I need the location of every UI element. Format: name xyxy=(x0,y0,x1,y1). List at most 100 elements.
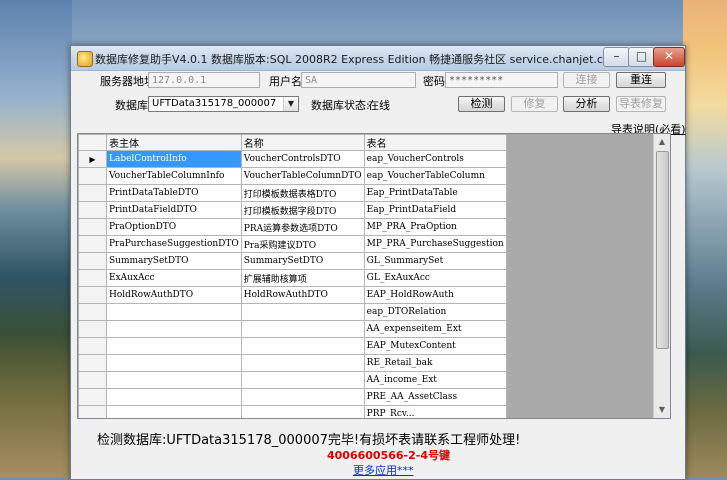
table-row[interactable]: VoucherTableColumnInfo VoucherTableColumn… xyxy=(78,167,507,185)
table-cell[interactable] xyxy=(106,337,242,355)
table-row[interactable]: AA_expenseitem_Ext xyxy=(78,320,507,338)
table-cell[interactable]: eap_VoucherTableColumn xyxy=(363,167,507,185)
table-cell[interactable] xyxy=(240,388,365,406)
row-header[interactable] xyxy=(78,201,107,219)
table-row[interactable]: PraOptionDTO PRA运算参数选项DTO MP_PRA_PraOption xyxy=(78,218,507,236)
table-row[interactable]: ▶ LabelControlInfo VoucherControlsDTO eap_V… xyxy=(78,150,507,168)
minimize-button[interactable]: – xyxy=(603,47,630,67)
row-header[interactable] xyxy=(78,371,107,389)
row-header[interactable] xyxy=(78,218,107,236)
table-grid[interactable]: 表主体 名称 表名 ▶ LabelControlInfo VoucherContro… xyxy=(77,133,671,419)
table-row[interactable]: ExAuxAcc 扩展辅助核算项 GL_ExAuxAcc xyxy=(78,269,507,287)
row-header[interactable] xyxy=(78,286,107,304)
username-field[interactable]: SA xyxy=(301,72,416,88)
table-cell[interactable]: VoucherTableColumnInfo xyxy=(106,167,242,185)
table-cell[interactable]: SummarySetDTO xyxy=(240,252,365,270)
table-cell[interactable] xyxy=(240,337,365,355)
table-cell[interactable]: MP_PRA_PraOption xyxy=(363,218,507,236)
table-cell[interactable]: EAP_HoldRowAuth xyxy=(363,286,507,304)
table-cell[interactable]: GL_SummarySet xyxy=(363,252,507,270)
table-cell[interactable]: Eap_PrintDataTable xyxy=(363,184,507,202)
row-header[interactable] xyxy=(78,235,107,253)
table-cell[interactable]: VoucherTableColumnDTO xyxy=(240,167,365,185)
table-row[interactable]: PRE_AA_AssetClass xyxy=(78,388,507,406)
table-cell[interactable]: PRE_AA_AssetClass xyxy=(363,388,507,406)
table-row[interactable]: EAP_MutexContent xyxy=(78,337,507,355)
column-header[interactable]: 表主体 xyxy=(106,134,242,151)
vertical-scrollbar[interactable]: ▲ ▼ xyxy=(653,134,670,418)
row-header[interactable] xyxy=(78,167,107,185)
scroll-up-icon[interactable]: ▲ xyxy=(654,134,670,150)
table-cell[interactable]: PraOptionDTO xyxy=(106,218,242,236)
row-header[interactable] xyxy=(78,337,107,355)
reconnect-button[interactable]: 重连 xyxy=(616,72,666,88)
maximize-button[interactable]: □ xyxy=(628,47,655,67)
table-cell[interactable]: ExAuxAcc xyxy=(106,269,242,287)
table-cell[interactable] xyxy=(106,303,242,321)
title-bar[interactable]: 数据库修复助手V4.0.1 数据库版本:SQL 2008R2 Express E… xyxy=(71,46,685,71)
table-cell[interactable]: HoldRowAuthDTO xyxy=(106,286,242,304)
scroll-thumb[interactable] xyxy=(656,151,669,349)
table-cell[interactable]: VoucherControlsDTO xyxy=(240,150,365,168)
table-cell[interactable]: RE_Retail_bak xyxy=(363,354,507,372)
row-header[interactable] xyxy=(78,252,107,270)
table-row[interactable]: HoldRowAuthDTO HoldRowAuthDTO EAP_HoldRowA… xyxy=(78,286,507,304)
table-row[interactable]: AA_income_Ext xyxy=(78,371,507,389)
scroll-down-icon[interactable]: ▼ xyxy=(654,402,670,418)
table-cell[interactable]: 扩展辅助核算项 xyxy=(240,269,365,287)
table-cell[interactable] xyxy=(240,405,365,418)
table-cell[interactable] xyxy=(106,371,242,389)
row-header[interactable] xyxy=(78,320,107,338)
connect-button[interactable]: 连接 xyxy=(563,72,610,88)
table-cell[interactable]: SummarySetDTO xyxy=(106,252,242,270)
table-cell[interactable]: Pra采购建议DTO xyxy=(240,235,365,253)
table-cell[interactable] xyxy=(240,354,365,372)
table-cell[interactable]: GL_ExAuxAcc xyxy=(363,269,507,287)
password-field[interactable]: ********* xyxy=(445,72,558,88)
table-cell[interactable] xyxy=(240,320,365,338)
current-row-arrow-icon[interactable]: ▶ xyxy=(78,150,107,168)
table-cell[interactable] xyxy=(240,371,365,389)
table-cell[interactable]: EAP_MutexContent xyxy=(363,337,507,355)
chevron-down-icon[interactable]: ▼ xyxy=(283,97,298,111)
analyze-button[interactable]: 分析 xyxy=(563,96,610,112)
table-row[interactable]: PrintDataFieldDTO 打印模板数据字段DTO Eap_PrintDat… xyxy=(78,201,507,219)
table-cell[interactable]: eap_VoucherControls xyxy=(363,150,507,168)
row-header[interactable] xyxy=(78,269,107,287)
table-cell[interactable] xyxy=(106,320,242,338)
table-cell[interactable]: HoldRowAuthDTO xyxy=(240,286,365,304)
table-cell[interactable]: MP_PRA_PurchaseSuggestion xyxy=(363,235,507,253)
table-cell[interactable] xyxy=(106,354,242,372)
table-cell[interactable]: PraPurchaseSuggestionDTO xyxy=(106,235,242,253)
table-cell[interactable]: Eap_PrintDataField xyxy=(363,201,507,219)
row-header[interactable] xyxy=(78,354,107,372)
table-cell[interactable]: PrintDataTableDTO xyxy=(106,184,242,202)
table-cell[interactable]: 打印模板数据表格DTO xyxy=(240,184,365,202)
table-row[interactable]: eap_DTORelation xyxy=(78,303,507,321)
more-apps-link[interactable]: 更多应用*** xyxy=(353,462,414,478)
table-cell[interactable]: AA_income_Ext xyxy=(363,371,507,389)
table-cell[interactable]: PrintDataFieldDTO xyxy=(106,201,242,219)
table-cell[interactable]: 打印模板数据字段DTO xyxy=(240,201,365,219)
table-cell[interactable]: AA_expenseitem_Ext xyxy=(363,320,507,338)
export-repair-button[interactable]: 导表修复 xyxy=(616,96,666,112)
table-row[interactable]: SummarySetDTO SummarySetDTO GL_SummarySet xyxy=(78,252,507,270)
server-field[interactable]: 127.0.0.1 xyxy=(148,72,260,88)
table-row[interactable]: RE_Retail_bak xyxy=(78,354,507,372)
close-button[interactable]: ✕ xyxy=(653,47,685,67)
column-header[interactable]: 名称 xyxy=(240,134,365,151)
table-cell[interactable]: eap_DTORelation xyxy=(363,303,507,321)
row-header[interactable] xyxy=(78,388,107,406)
table-cell[interactable] xyxy=(106,388,242,406)
database-select[interactable]: UFTData315178_000007 ▼ xyxy=(148,96,299,112)
table-row[interactable]: PRP_Rcv... xyxy=(78,405,507,418)
detect-button[interactable]: 检测 xyxy=(458,96,505,112)
row-header[interactable] xyxy=(78,184,107,202)
table-row[interactable]: PrintDataTableDTO 打印模板数据表格DTO Eap_PrintDat… xyxy=(78,184,507,202)
table-cell[interactable]: PRA运算参数选项DTO xyxy=(240,218,365,236)
repair-button[interactable]: 修复 xyxy=(511,96,558,112)
row-header[interactable] xyxy=(78,303,107,321)
table-cell[interactable]: PRP_Rcv... xyxy=(363,405,507,418)
row-header[interactable] xyxy=(78,405,107,418)
table-cell[interactable]: LabelControlInfo xyxy=(106,150,242,168)
